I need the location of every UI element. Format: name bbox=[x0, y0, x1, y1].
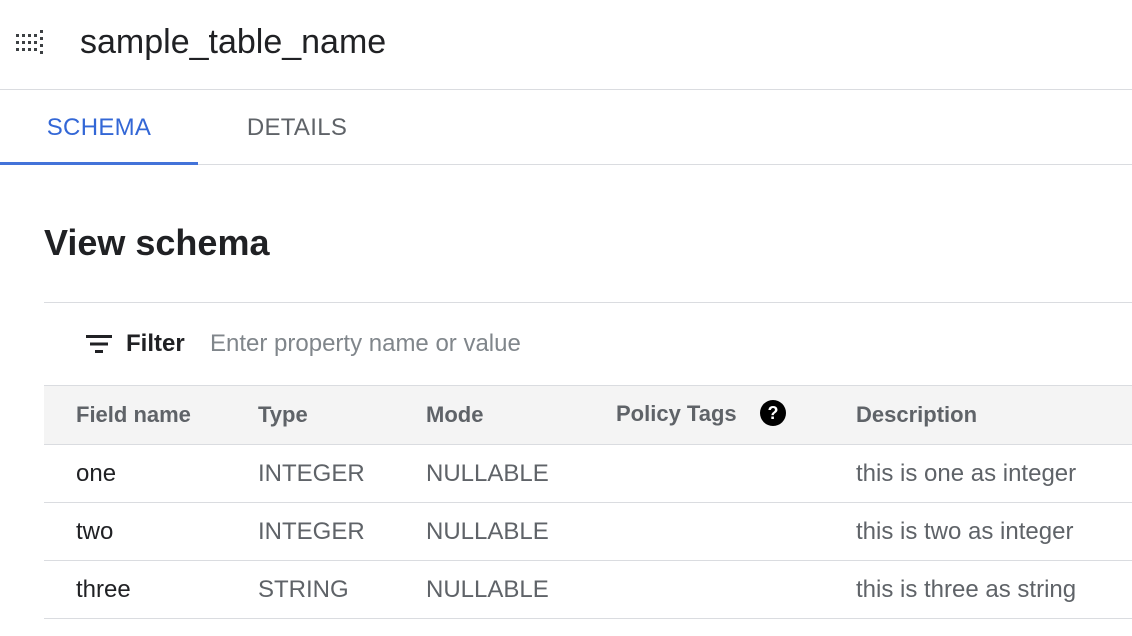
svg-text:?: ? bbox=[767, 403, 778, 423]
table-grid-icon bbox=[16, 30, 43, 54]
cell-type: STRING bbox=[258, 560, 426, 619]
filter-icon[interactable] bbox=[86, 334, 112, 354]
active-tab-indicator bbox=[0, 162, 198, 165]
table-row: one INTEGER NULLABLE this is one as inte… bbox=[44, 444, 1132, 503]
cell-policy-tags bbox=[616, 444, 856, 503]
column-header-description: Description bbox=[856, 385, 1132, 445]
cell-mode: NULLABLE bbox=[426, 560, 616, 619]
tab-bar: SCHEMA DETAILS bbox=[0, 91, 1132, 165]
cell-type: INTEGER bbox=[258, 444, 426, 503]
section-title: View schema bbox=[44, 222, 270, 263]
cell-field-name: two bbox=[44, 502, 258, 561]
table-row: three STRING NULLABLE this is three as s… bbox=[44, 560, 1132, 619]
column-header-policy-tags-label: Policy Tags bbox=[616, 400, 737, 426]
column-header-mode: Mode bbox=[426, 385, 616, 445]
table-detail-page: sample_table_name SCHEMA DETAILS View sc… bbox=[0, 0, 1132, 636]
cell-description: this is one as integer bbox=[856, 444, 1132, 503]
tab-schema-label: SCHEMA bbox=[46, 114, 152, 141]
tab-details[interactable]: DETAILS bbox=[198, 91, 396, 164]
filter-input[interactable] bbox=[210, 325, 810, 363]
table-row: two INTEGER NULLABLE this is two as inte… bbox=[44, 502, 1132, 561]
column-header-type: Type bbox=[258, 385, 426, 445]
tab-schema[interactable]: SCHEMA bbox=[0, 91, 198, 165]
help-question-icon[interactable]: ? bbox=[759, 399, 787, 427]
column-header-field-name: Field name bbox=[44, 385, 258, 445]
table-header-row: Field name Type Mode Policy Tags ? Descr… bbox=[44, 385, 1132, 445]
cell-type: INTEGER bbox=[258, 502, 426, 561]
cell-description: this is two as integer bbox=[856, 502, 1132, 561]
filter-label[interactable]: Filter bbox=[126, 327, 185, 361]
cell-mode: NULLABLE bbox=[426, 502, 616, 561]
cell-mode: NULLABLE bbox=[426, 444, 616, 503]
table-title: sample_table_name bbox=[80, 23, 387, 61]
page-header: sample_table_name bbox=[0, 0, 1132, 90]
column-header-policy-tags: Policy Tags ? bbox=[616, 385, 856, 445]
schema-table: Field name Type Mode Policy Tags ? Descr… bbox=[44, 385, 1132, 619]
cell-field-name: one bbox=[44, 444, 258, 503]
filter-bar: Filter bbox=[44, 302, 1132, 386]
cell-policy-tags bbox=[616, 560, 856, 619]
tab-details-label: DETAILS bbox=[246, 114, 348, 141]
cell-field-name: three bbox=[44, 560, 258, 619]
cell-policy-tags bbox=[616, 502, 856, 561]
cell-description: this is three as string bbox=[856, 560, 1132, 619]
